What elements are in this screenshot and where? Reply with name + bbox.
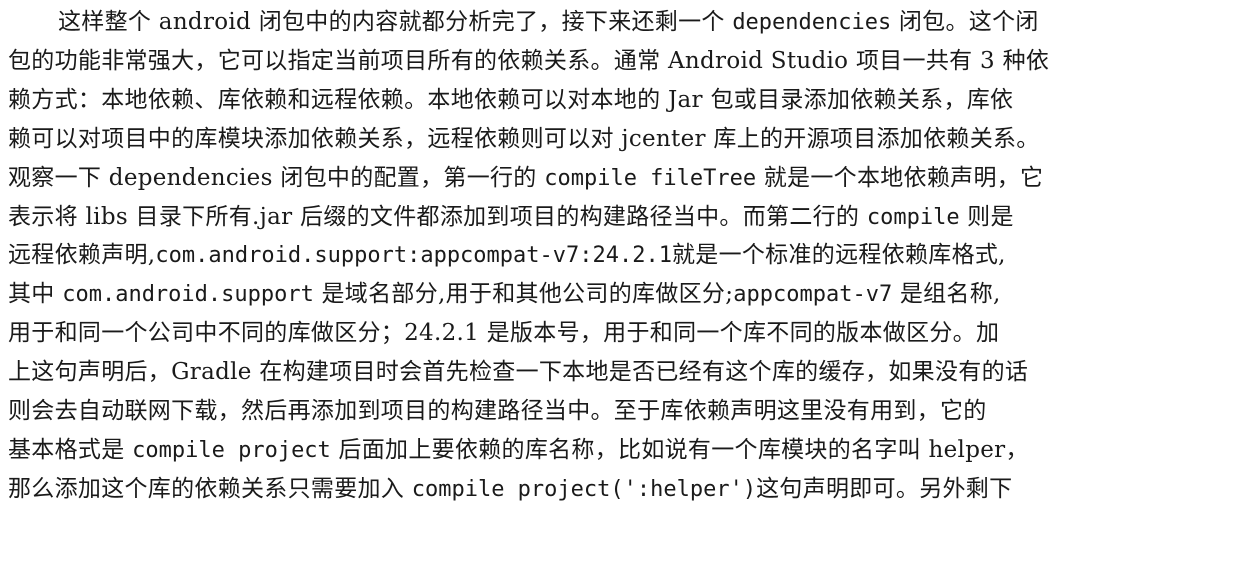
- inline-code: compile project: [132, 437, 331, 463]
- inline-code: compile: [866, 204, 960, 230]
- text-run: 则会去自动联网下载，然后再添加到项目的构建路径当中。至于库依赖声明这里没有用到，…: [8, 398, 987, 424]
- text-run: 基本格式是: [8, 436, 133, 463]
- text-line: 包的功能非常强大，它可以指定当前项目所有的依赖关系。通常 Android Stu…: [8, 42, 1049, 80]
- text-line: 远程依赖声明,com.android.support:appcompat-v7:…: [8, 236, 1006, 274]
- text-run: 上这句声明后，Gradle 在构建项目时会首先检查一下本地是否已经有这个库的缓存…: [8, 359, 1029, 386]
- text-run: 就是一个本地依赖声明，它: [756, 164, 1044, 191]
- inline-code: appcompat-v7: [733, 282, 893, 308]
- text-run: 这句声明即可。另外剩下: [756, 475, 1013, 502]
- text-line: 用于和同一个公司中不同的库做区分；24.2.1 是版本号，用于和同一个库不同的版…: [8, 314, 999, 352]
- text-run: 是域名部分,用于和其他公司的库做区分;: [313, 281, 734, 308]
- inline-code: com.android.support:appcompat-v7:24.2.1: [155, 243, 672, 269]
- text-run: 用于和同一个公司中不同的库做区分；24.2.1 是版本号，用于和同一个库不同的版…: [8, 320, 1000, 347]
- text-run: 是组名称,: [892, 281, 1001, 308]
- text-run: 表示将 libs 目录下所有.jar 后缀的文件都添加到项目的构建路径当中。而第…: [8, 203, 867, 230]
- text-line: 赖方式：本地依赖、库依赖和远程依赖。本地依赖可以对本地的 Jar 包或目录添加依…: [8, 81, 1013, 119]
- text-run: 后面加上要依赖的库名称，比如说有一个库模块的名字叫 helper，: [330, 436, 1029, 463]
- text-run: 赖方式：本地依赖、库依赖和远程依赖。本地依赖可以对本地的 Jar 包或目录添加依…: [8, 86, 1014, 113]
- inline-code: com.android.support: [62, 282, 314, 308]
- text-line: 表示将 libs 目录下所有.jar 后缀的文件都添加到项目的构建路径当中。而第…: [8, 198, 1014, 236]
- text-line: 这样整个 android 闭包中的内容就都分析完了，接下来还剩一个 depend…: [58, 3, 1039, 41]
- text-run: 远程依赖声明,: [8, 242, 156, 269]
- inline-code: dependencies: [732, 10, 892, 35]
- text-line: 则会去自动联网下载，然后再添加到项目的构建路径当中。至于库依赖声明这里没有用到，…: [8, 392, 987, 430]
- text-run: 则是: [959, 203, 1014, 230]
- text-run: 这样整个 android 闭包中的内容就都分析完了，接下来还剩一个: [58, 9, 733, 35]
- inline-code: compile fileTree: [544, 165, 757, 191]
- text-line: 观察一下 dependencies 闭包中的配置，第一行的 compile fi…: [8, 159, 1043, 197]
- text-line: 赖可以对项目中的库模块添加依赖关系，远程依赖则可以对 jcenter 库上的开源…: [8, 120, 1040, 158]
- inline-code: compile project(':helper'): [411, 476, 757, 502]
- text-run: 包的功能非常强大，它可以指定当前项目所有的依赖关系。通常 Android Stu…: [8, 47, 1050, 74]
- text-line: 其中 com.android.support 是域名部分,用于和其他公司的库做区…: [8, 275, 1001, 313]
- text-run: 赖可以对项目中的库模块添加依赖关系，远程依赖则可以对 jcenter 库上的开源…: [8, 125, 1040, 152]
- text-run: 闭包。这个闭: [891, 9, 1039, 35]
- text-line: 上这句声明后，Gradle 在构建项目时会首先检查一下本地是否已经有这个库的缓存…: [8, 353, 1028, 391]
- text-line: 基本格式是 compile project 后面加上要依赖的库名称，比如说有一个…: [8, 431, 1029, 469]
- text-run: 其中: [8, 281, 63, 308]
- text-line: 那么添加这个库的依赖关系只需要加入 compile project(':help…: [8, 470, 1012, 508]
- document-page: 这样整个 android 闭包中的内容就都分析完了，接下来还剩一个 depend…: [0, 0, 1254, 584]
- text-run: 那么添加这个库的依赖关系只需要加入: [8, 475, 412, 502]
- text-run: 就是一个标准的远程依赖库格式,: [671, 242, 1006, 269]
- text-run: 观察一下 dependencies 闭包中的配置，第一行的: [8, 164, 545, 191]
